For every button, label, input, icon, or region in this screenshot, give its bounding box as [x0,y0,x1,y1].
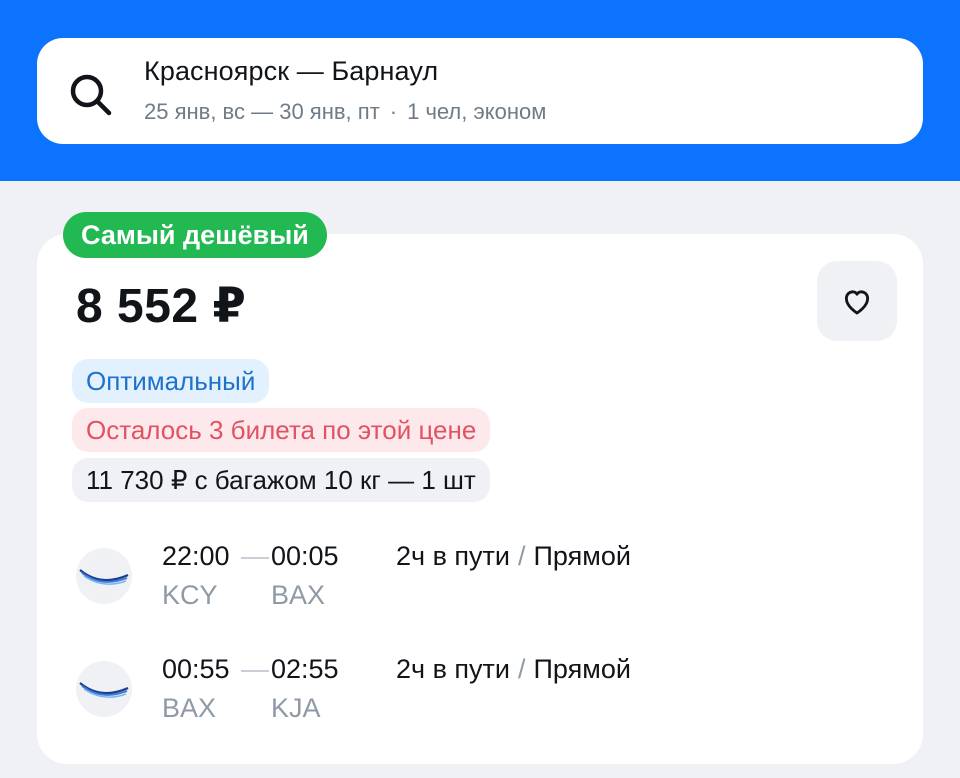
time-separator [241,557,269,559]
departure-airport: KCY [162,580,218,610]
separator-dot: · [389,99,398,124]
flight-duration: 2ч в пути / Прямой [396,654,631,685]
seats-left-tag: Осталось 3 билета по этой цене [72,408,491,452]
departure-airport: BAX [162,693,217,723]
arrival-time: 02:55 [271,654,339,684]
duration-text: 2ч в пути [396,654,510,684]
flight-type: Прямой [533,654,631,684]
departure-time: 00:55 [162,654,230,684]
airline-logo [76,548,132,604]
flight-duration: 2ч в пути / Прямой [396,541,631,572]
arrival-airport: BAX [271,580,326,610]
duration-text: 2ч в пути [396,541,510,571]
cheapest-badge: Самый дешёвый [63,212,327,258]
favorite-button[interactable] [817,261,897,341]
duration-slash: / [518,654,526,684]
search-details[interactable]: 25 янв, вс — 30 янв, пт · 1 чел, эконом [144,99,546,125]
passengers-class: 1 чел, эконом [407,99,547,124]
search-icon[interactable] [66,70,114,118]
search-summary-bar[interactable] [37,38,923,144]
duration-slash: / [518,541,526,571]
date-range: 25 янв, вс — 30 янв, пт [144,99,380,124]
arrival-time: 00:05 [271,541,339,571]
flight-type: Прямой [533,541,631,571]
airline-wing-icon [79,682,129,698]
airline-logo [76,661,132,717]
heart-icon [844,290,870,315]
departure-time: 22:00 [162,541,230,571]
ticket-price: 8 552 ₽ [76,280,247,333]
arrival-airport: KJA [271,693,321,723]
airline-wing-icon [79,569,129,585]
baggage-price-tag: 11 730 ₽ с багажом 10 кг — 1 шт [72,458,490,502]
time-separator [241,670,269,672]
optimal-tag: Оптимальный [72,359,270,403]
route-title[interactable]: Красноярск — Барнаул [144,56,438,87]
